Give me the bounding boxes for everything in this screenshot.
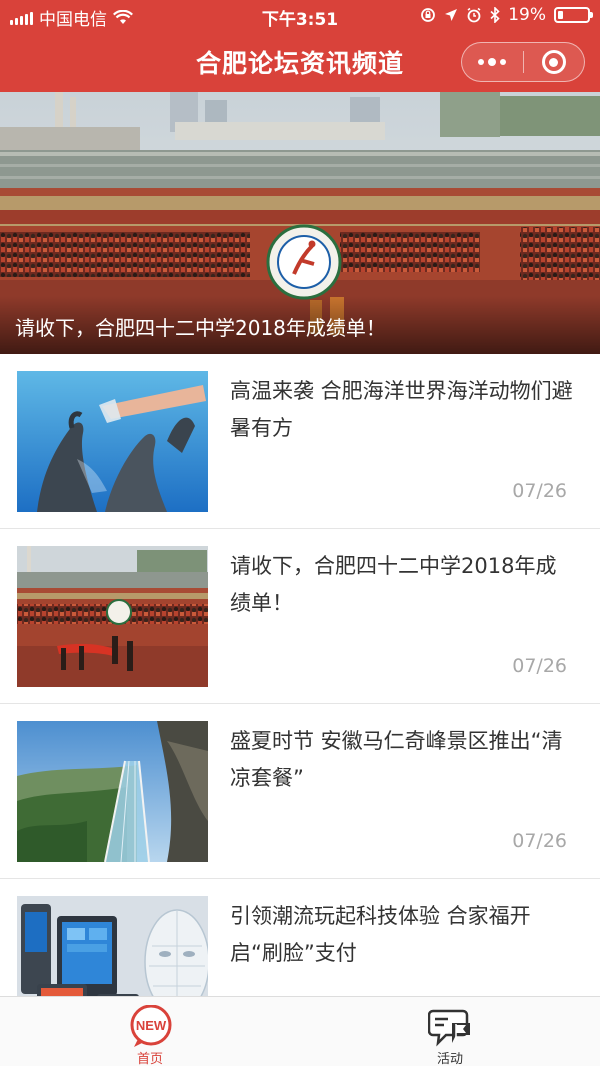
glass-bridge-image (17, 721, 208, 862)
banner-carousel[interactable]: 请收下，合肥四十二中学2018年成绩单！ (0, 92, 600, 354)
status-bar: 中国电信 下午3:51 19% (0, 0, 600, 30)
tab-activity[interactable]: 活动 (300, 997, 600, 1066)
chat-flag-icon (428, 1009, 470, 1047)
article-title: 引领潮流玩起科技体验 合家福开启“刷脸”支付 (230, 904, 531, 965)
rotation-lock-icon (421, 8, 436, 22)
tab-activity-label: 活动 (436, 1052, 463, 1066)
article-thumbnail (17, 546, 208, 687)
article-thumbnail (17, 371, 208, 512)
article-thumbnail (17, 721, 208, 862)
list-item[interactable]: 请收下，合肥四十二中学2018年成绩单！ 07/26 (0, 529, 600, 704)
article-date: 07/26 (512, 480, 567, 502)
close-button[interactable] (524, 43, 585, 81)
article-title: 请收下，合肥四十二中学2018年成绩单！ (230, 554, 557, 615)
tab-bar: NEW 首页 活动 (0, 996, 600, 1066)
new-badge-text: NEW (136, 1018, 167, 1033)
miniprogram-capsule (461, 42, 585, 82)
article-date: 07/26 (512, 655, 567, 677)
location-icon (445, 9, 458, 21)
screen: 中国电信 下午3:51 19% 合肥论坛资讯频道 请收下，合肥四十二中学2018… (0, 0, 600, 1066)
nav-bar: 合肥论坛资讯频道 (0, 30, 600, 92)
battery-fill (558, 11, 563, 19)
article-list: 高温来袭 合肥海洋世界海洋动物们避暑有方 07/26 请收下，合肥四十二中学20… (0, 354, 600, 1054)
banner-caption-overlay: 请收下，合肥四十二中学2018年成绩单！ (0, 296, 600, 354)
tab-home-label: 首页 (136, 1052, 163, 1066)
battery-percent: 19% (508, 5, 546, 25)
battery-icon (554, 7, 593, 23)
list-item[interactable]: 盛夏时节 安徽马仁奇峰景区推出“清凉套餐” 07/26 (0, 704, 600, 879)
list-item[interactable]: 高温来袭 合肥海洋世界海洋动物们避暑有方 07/26 (0, 354, 600, 529)
status-right: 19% (420, 5, 593, 25)
more-dots-icon (478, 57, 507, 66)
article-title: 盛夏时节 安徽马仁奇峰景区推出“清凉套餐” (230, 729, 563, 790)
banner-caption: 请收下，合肥四十二中学2018年成绩单！ (15, 316, 386, 340)
target-close-icon (541, 50, 566, 74)
bluetooth-icon (490, 7, 500, 23)
new-badge-icon: NEW (130, 1005, 172, 1047)
school-ceremony-image (17, 546, 208, 687)
tab-home[interactable]: NEW 首页 (0, 997, 300, 1066)
dolphin-image (17, 371, 208, 512)
more-button[interactable] (462, 43, 523, 81)
alarm-icon (467, 7, 481, 23)
article-title: 高温来袭 合肥海洋世界海洋动物们避暑有方 (230, 379, 573, 440)
article-date: 07/26 (512, 830, 567, 852)
